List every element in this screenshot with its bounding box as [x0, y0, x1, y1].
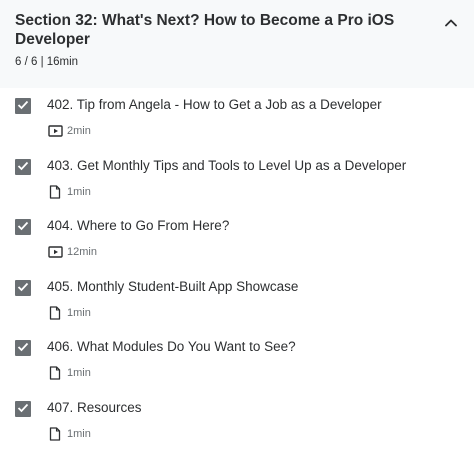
completed-checkbox[interactable]	[15, 219, 31, 235]
video-icon	[47, 245, 63, 259]
completed-checkbox[interactable]	[15, 340, 31, 356]
file-icon	[47, 306, 63, 320]
completed-checkbox[interactable]	[15, 159, 31, 175]
video-icon	[47, 124, 63, 138]
checkmark-icon	[17, 279, 29, 297]
completed-checkbox[interactable]	[15, 280, 31, 296]
lecture-title[interactable]: 406. What Modules Do You Want to See?	[47, 338, 467, 355]
lecture-item[interactable]: 406. What Modules Do You Want to See? 1m…	[0, 330, 474, 391]
chevron-up-icon	[445, 14, 457, 32]
checkmark-icon	[17, 218, 29, 236]
lecture-list: 402. Tip from Angela - How to Get a Job …	[0, 88, 474, 451]
lecture-duration: 1min	[67, 366, 91, 380]
lecture-title[interactable]: 405. Monthly Student-Built App Showcase	[47, 278, 467, 295]
lecture-item[interactable]: 403. Get Monthly Tips and Tools to Level…	[0, 149, 474, 210]
section-header[interactable]: Section 32: What's Next? How to Become a…	[0, 0, 474, 88]
lecture-item[interactable]: 404. Where to Go From Here? 12min	[0, 209, 474, 270]
lecture-item[interactable]: 402. Tip from Angela - How to Get a Job …	[0, 88, 474, 149]
section-progress: 6 / 6 | 16min	[15, 55, 78, 69]
lecture-title[interactable]: 404. Where to Go From Here?	[47, 217, 467, 234]
lecture-title[interactable]: 407. Resources	[47, 399, 467, 416]
lecture-duration: 2min	[67, 124, 91, 138]
section-title: Section 32: What's Next? How to Become a…	[15, 11, 425, 49]
checkmark-icon	[17, 158, 29, 176]
file-icon	[47, 366, 63, 380]
collapse-section-button[interactable]	[441, 14, 461, 32]
checkmark-icon	[17, 339, 29, 357]
lecture-duration: 1min	[67, 427, 91, 441]
lecture-item[interactable]: 405. Monthly Student-Built App Showcase …	[0, 270, 474, 331]
file-icon	[47, 427, 63, 441]
file-icon	[47, 185, 63, 199]
completed-checkbox[interactable]	[15, 401, 31, 417]
lecture-item[interactable]: 407. Resources 1min	[0, 391, 474, 451]
lecture-title[interactable]: 402. Tip from Angela - How to Get a Job …	[47, 96, 467, 113]
completed-checkbox[interactable]	[15, 98, 31, 114]
lecture-duration: 12min	[67, 245, 97, 259]
checkmark-icon	[17, 97, 29, 115]
lecture-duration: 1min	[67, 306, 91, 320]
lecture-title[interactable]: 403. Get Monthly Tips and Tools to Level…	[47, 157, 467, 174]
lecture-duration: 1min	[67, 185, 91, 199]
checkmark-icon	[17, 400, 29, 418]
